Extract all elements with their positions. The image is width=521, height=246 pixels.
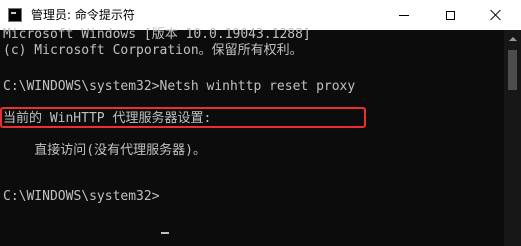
console-line-prompt[interactable]: C:\WINDOWS\system32> <box>3 189 160 205</box>
maximize-icon <box>445 10 455 20</box>
vertical-scrollbar[interactable] <box>504 30 521 246</box>
close-icon <box>490 9 502 21</box>
console-line-direct-access: 直接访问(没有代理服务器)。 <box>3 143 206 158</box>
minimize-button[interactable] <box>381 0 427 30</box>
console-line-command: C:\WINDOWS\system32>Netsh winhttp reset … <box>3 79 356 94</box>
title-bar[interactable]: 管理员: 命令提示符 <box>0 0 521 30</box>
close-button[interactable] <box>473 0 519 30</box>
scrollbar-thumb[interactable] <box>508 50 517 90</box>
console-line-proxy-settings-header: 当前的 WinHTTP 代理服务器设置: <box>3 111 212 126</box>
minimize-icon <box>399 14 409 16</box>
console-output[interactable]: Microsoft Windows [版本 10.0.19043.1288] (… <box>0 27 504 246</box>
console-line-version: Microsoft Windows [版本 10.0.19043.1288] <box>3 27 311 42</box>
window-title: 管理员: 命令提示符 <box>31 8 135 22</box>
console-line-copyright: (c) Microsoft Corporation。保留所有权利。 <box>3 43 303 58</box>
maximize-button[interactable] <box>427 0 473 30</box>
scroll-up-button[interactable] <box>504 30 521 47</box>
text-cursor <box>161 232 169 234</box>
cmd-icon <box>8 8 22 22</box>
chevron-up-icon <box>508 36 517 41</box>
command-prompt-window: 管理员: 命令提示符 Microsoft Windows [版本 10.0.19… <box>0 0 521 246</box>
